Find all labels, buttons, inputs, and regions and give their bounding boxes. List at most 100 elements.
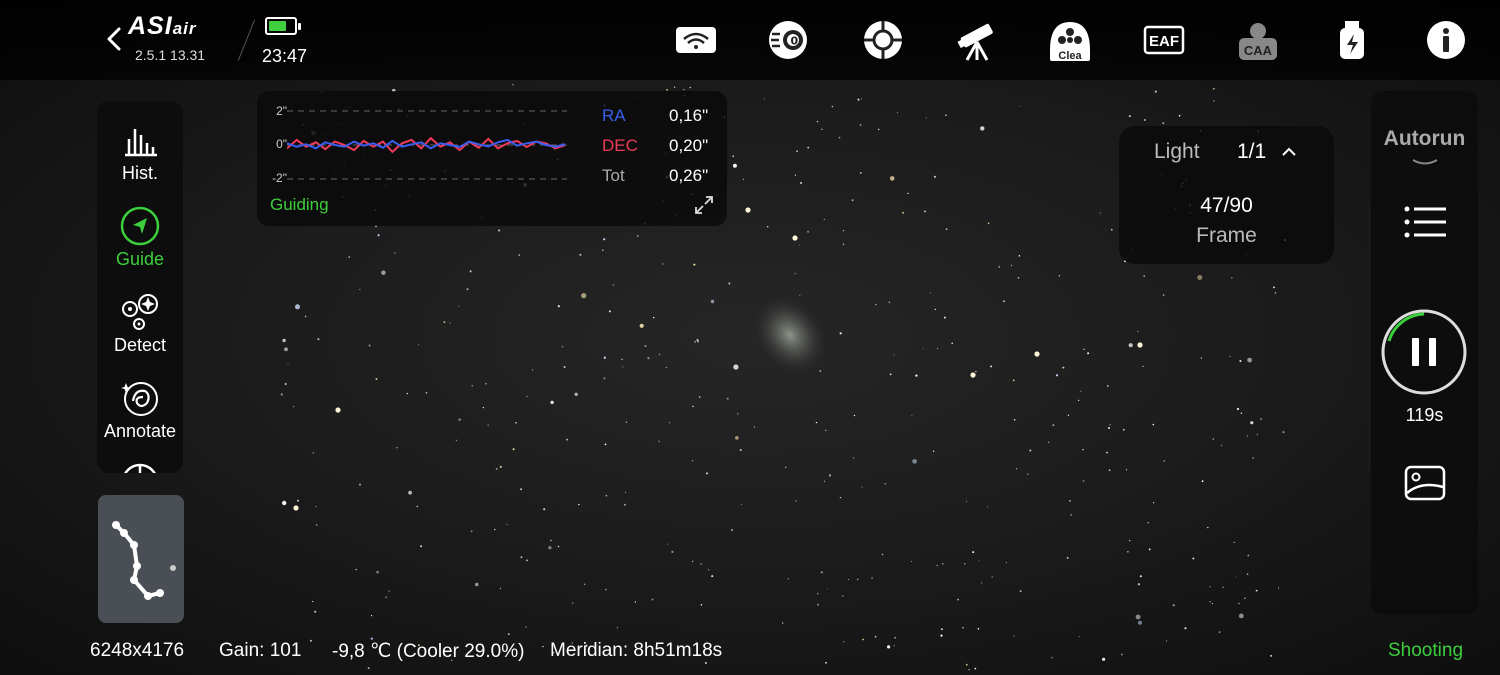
star (1201, 480, 1204, 483)
star (1238, 613, 1244, 619)
star (1078, 636, 1080, 638)
gallery-icon[interactable] (1403, 463, 1447, 503)
star (710, 299, 715, 304)
info-icon[interactable] (1424, 18, 1468, 62)
star (525, 626, 527, 628)
mode-selector[interactable]: Autorun (1371, 127, 1478, 151)
star (543, 508, 546, 511)
svg-text:0: 0 (791, 35, 799, 48)
star (499, 465, 502, 468)
star (1128, 343, 1133, 348)
star (826, 588, 828, 590)
star (601, 249, 604, 252)
sidebar-item-guide[interactable]: Guide (97, 205, 183, 270)
y-tick-label: -2" (272, 171, 287, 185)
wifi-icon[interactable] (674, 18, 718, 62)
star (742, 178, 745, 180)
chevron-down-icon[interactable] (1411, 157, 1439, 169)
star (603, 238, 606, 241)
star (689, 86, 691, 89)
star (860, 172, 862, 174)
star (385, 596, 388, 599)
star (304, 315, 307, 318)
star (1070, 514, 1072, 516)
star (889, 373, 892, 376)
camera-main-icon[interactable]: 0 (766, 18, 810, 62)
battery-icon (265, 17, 301, 35)
star (696, 338, 699, 342)
star (377, 234, 380, 237)
telescope-mount-icon[interactable] (955, 18, 999, 62)
star (622, 366, 624, 368)
star (1197, 275, 1203, 280)
star (1274, 292, 1277, 294)
star (975, 370, 977, 373)
sidebar-item-detect[interactable]: Detect (97, 291, 183, 356)
star (874, 635, 877, 638)
star (1087, 352, 1090, 355)
star (1246, 573, 1249, 575)
star (371, 615, 373, 617)
star (526, 559, 528, 562)
star (843, 641, 845, 643)
back-chevron-icon[interactable] (103, 26, 125, 52)
frame-unit-label: Frame (1196, 224, 1257, 247)
star (1013, 419, 1016, 421)
star (1282, 431, 1285, 434)
star (853, 414, 856, 417)
star (842, 595, 844, 597)
star (842, 243, 845, 246)
star (394, 252, 396, 254)
star (1135, 614, 1141, 620)
sidebar-item-hist[interactable]: Hist. (97, 119, 183, 184)
eaf-icon[interactable]: EAF (1142, 18, 1186, 62)
sidebar-item-annotate[interactable]: Annotate (97, 377, 183, 442)
star (831, 105, 834, 108)
bright-star (1137, 342, 1143, 348)
caa-icon[interactable]: CAA (1236, 18, 1280, 62)
star (907, 192, 909, 195)
sidebar-item-more[interactable] (97, 461, 183, 473)
guiding-graph-panel[interactable]: 2" 0" -2" RA 0,16" DEC 0,20" Tot 0,26" G… (257, 91, 727, 226)
constellation-map-thumbnail[interactable] (98, 495, 184, 623)
plan-list-icon[interactable] (1404, 205, 1446, 239)
star (603, 356, 606, 359)
svg-text:CAA: CAA (1244, 43, 1273, 58)
app-logo: ASIair (128, 12, 197, 40)
pause-button[interactable] (1381, 309, 1467, 395)
star (799, 244, 801, 246)
star (998, 266, 1000, 268)
star (512, 83, 514, 86)
star (1207, 526, 1209, 529)
star (1270, 655, 1272, 657)
chevron-up-icon[interactable] (1279, 142, 1299, 162)
temperature-readout: -9,8 ℃ (Cooler 29.0%) (332, 641, 525, 662)
star (1209, 586, 1211, 588)
star (621, 358, 623, 361)
star (943, 316, 946, 319)
star (1137, 330, 1139, 333)
star (875, 303, 877, 306)
usb-storage-icon[interactable] (1330, 18, 1374, 62)
star (862, 638, 864, 641)
star (894, 636, 896, 639)
sky-image-preview[interactable] (0, 0, 1500, 675)
star (581, 293, 587, 299)
star (978, 560, 980, 562)
guide-camera-icon[interactable] (861, 18, 905, 62)
expand-icon[interactable] (694, 195, 714, 215)
top-bar: ASIair 2.5.1 13.31 23:47 0 Clea EAF CAA (0, 0, 1500, 80)
star (579, 253, 582, 256)
star (1184, 627, 1187, 630)
star (1002, 300, 1005, 303)
star (1005, 562, 1007, 564)
star (1192, 557, 1195, 560)
star (1238, 602, 1240, 605)
star (968, 668, 970, 671)
star (694, 341, 696, 343)
star (557, 305, 560, 308)
frame-counter-panel[interactable]: Light 1/1 47/90 Frame (1119, 126, 1334, 264)
filter-wheel-icon[interactable]: Clea (1048, 18, 1092, 62)
star (1139, 575, 1142, 578)
star (355, 568, 358, 571)
